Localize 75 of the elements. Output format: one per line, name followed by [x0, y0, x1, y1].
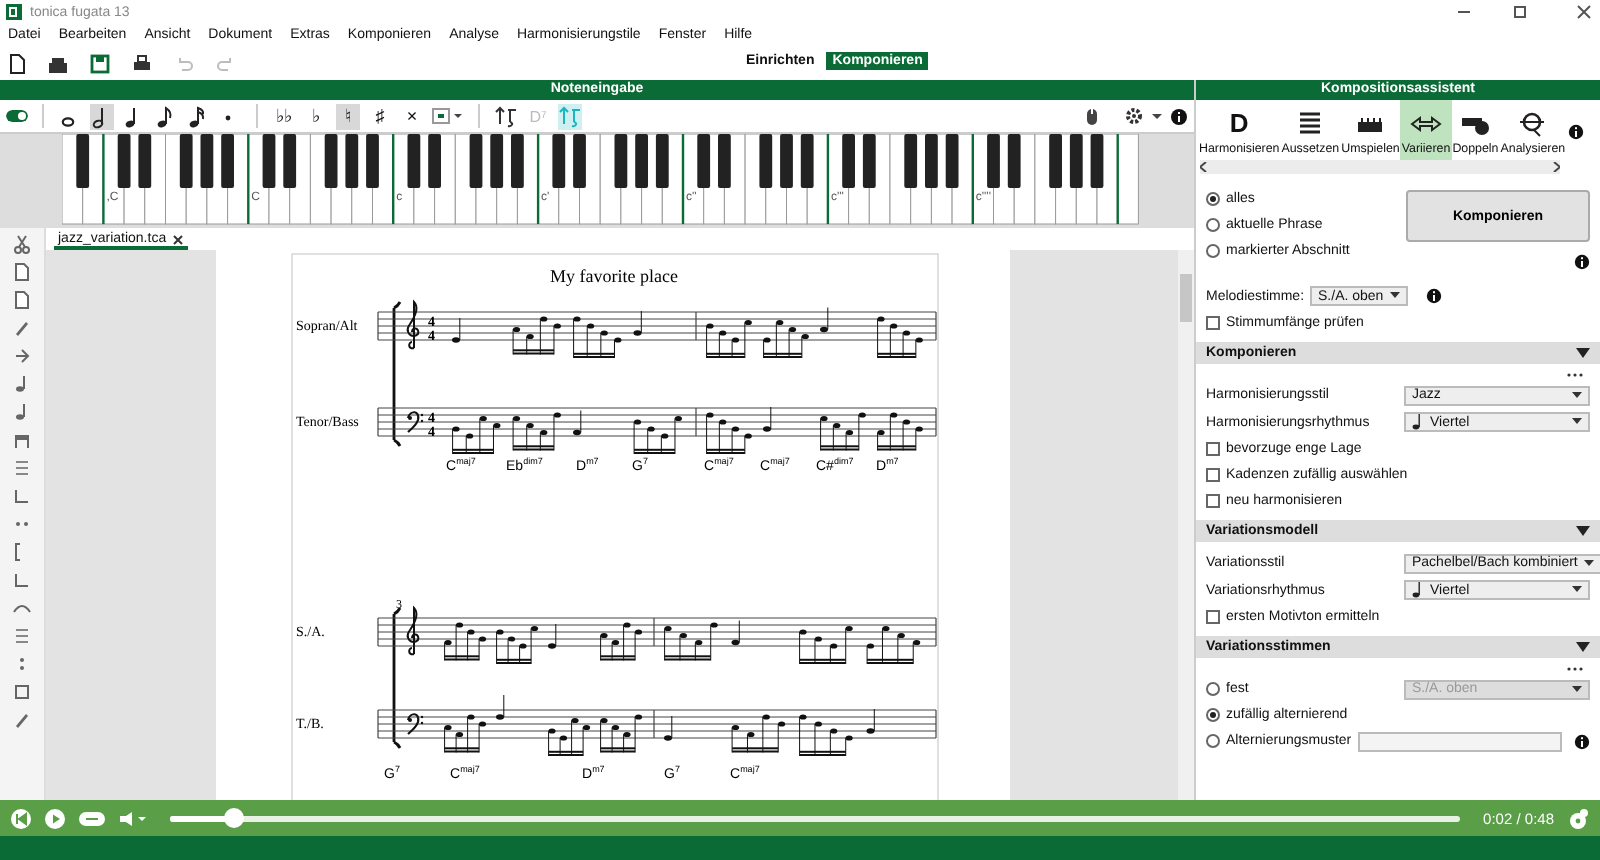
bar-icon[interactable] — [12, 626, 32, 646]
close-icon[interactable] — [172, 233, 185, 245]
speaker-icon[interactable] — [118, 809, 146, 827]
double-arrow-icon — [1410, 110, 1443, 138]
app-logo-icon — [6, 4, 22, 20]
caret-icon — [1572, 418, 1582, 427]
save-icon[interactable] — [90, 53, 110, 73]
magnifier-icon — [1516, 110, 1549, 138]
square-icon[interactable] — [12, 682, 32, 702]
accidental-button[interactable]: ♭ — [304, 103, 328, 129]
radio-button[interactable] — [1206, 734, 1220, 748]
info-icon[interactable] — [1574, 733, 1590, 749]
scissors-icon[interactable] — [12, 234, 32, 254]
caret-icon — [1572, 685, 1582, 693]
caret-icon — [1389, 292, 1400, 300]
open-icon[interactable] — [48, 53, 68, 73]
caret-icon — [1572, 586, 1582, 595]
checkbox[interactable] — [1206, 316, 1220, 330]
bass-clef-icon — [407, 713, 424, 735]
arrow-icon[interactable] — [12, 346, 32, 366]
play-icon[interactable] — [44, 807, 66, 829]
settings-icon[interactable] — [1124, 106, 1144, 126]
info-icon[interactable] — [1170, 107, 1188, 125]
slider-thumb[interactable] — [224, 808, 245, 828]
pen-icon[interactable] — [12, 318, 32, 338]
more-icon[interactable] — [1566, 372, 1584, 378]
info-icon[interactable] — [1568, 124, 1585, 140]
checkbox[interactable] — [1206, 494, 1220, 508]
toggle-switch[interactable] — [6, 110, 28, 122]
quarter-note-icon — [1412, 414, 1422, 431]
checkbox[interactable] — [1206, 442, 1220, 456]
collapse-icon[interactable] — [1576, 348, 1590, 358]
staff-box-icon[interactable] — [432, 106, 464, 126]
horizontal-scrollbar[interactable] — [1200, 160, 1560, 174]
accidental-button[interactable]: ♮ — [336, 103, 360, 129]
print-icon[interactable] — [132, 53, 152, 73]
piano-keyboard[interactable] — [62, 134, 1139, 225]
quarter-note-icon — [1412, 582, 1422, 599]
sixteenth-note-icon[interactable] — [186, 103, 210, 129]
input-field[interactable] — [1357, 731, 1562, 751]
half-note-icon[interactable] — [90, 103, 114, 129]
tab-symbol: D — [1227, 110, 1251, 138]
info-icon[interactable] — [1425, 288, 1442, 304]
close-icon[interactable] — [1574, 4, 1594, 20]
scrollbar[interactable] — [1178, 250, 1194, 800]
info-icon[interactable] — [1574, 254, 1590, 270]
bass-clef-icon — [407, 411, 424, 433]
bar-icon[interactable] — [12, 458, 32, 478]
treble-clef-icon — [406, 301, 420, 350]
note-arrow-icon[interactable] — [494, 103, 518, 129]
accidental-button[interactable]: ♭♭ — [272, 103, 296, 129]
pen-icon[interactable] — [12, 710, 32, 730]
radio-button[interactable] — [1206, 708, 1220, 722]
metronome-icon[interactable] — [1566, 807, 1590, 829]
radio-button[interactable] — [1206, 244, 1220, 258]
checkbox[interactable] — [1206, 610, 1220, 624]
accidental-button[interactable]: × — [400, 103, 424, 129]
checkbox[interactable] — [1206, 468, 1220, 482]
loop-icon[interactable] — [78, 809, 106, 827]
beam-icon[interactable] — [12, 430, 32, 450]
system-bracket-drawing — [392, 606, 402, 750]
collapse-icon[interactable] — [1576, 526, 1590, 536]
caret-icon — [1583, 559, 1594, 568]
score-title: My favorite place — [550, 266, 678, 286]
collapse-icon[interactable] — [1576, 642, 1590, 652]
new-document-icon[interactable] — [8, 53, 26, 73]
skip-back-icon[interactable] — [10, 807, 32, 829]
radio-button[interactable] — [1206, 192, 1220, 206]
caret-icon — [1572, 391, 1582, 400]
mouse-icon[interactable] — [1084, 105, 1100, 127]
maximize-icon[interactable] — [1510, 4, 1530, 20]
more-icon[interactable] — [1566, 666, 1584, 672]
accidental-button[interactable]: ♯ — [368, 103, 392, 129]
radio-button[interactable] — [1206, 218, 1220, 232]
treble-clef-icon — [406, 607, 420, 656]
